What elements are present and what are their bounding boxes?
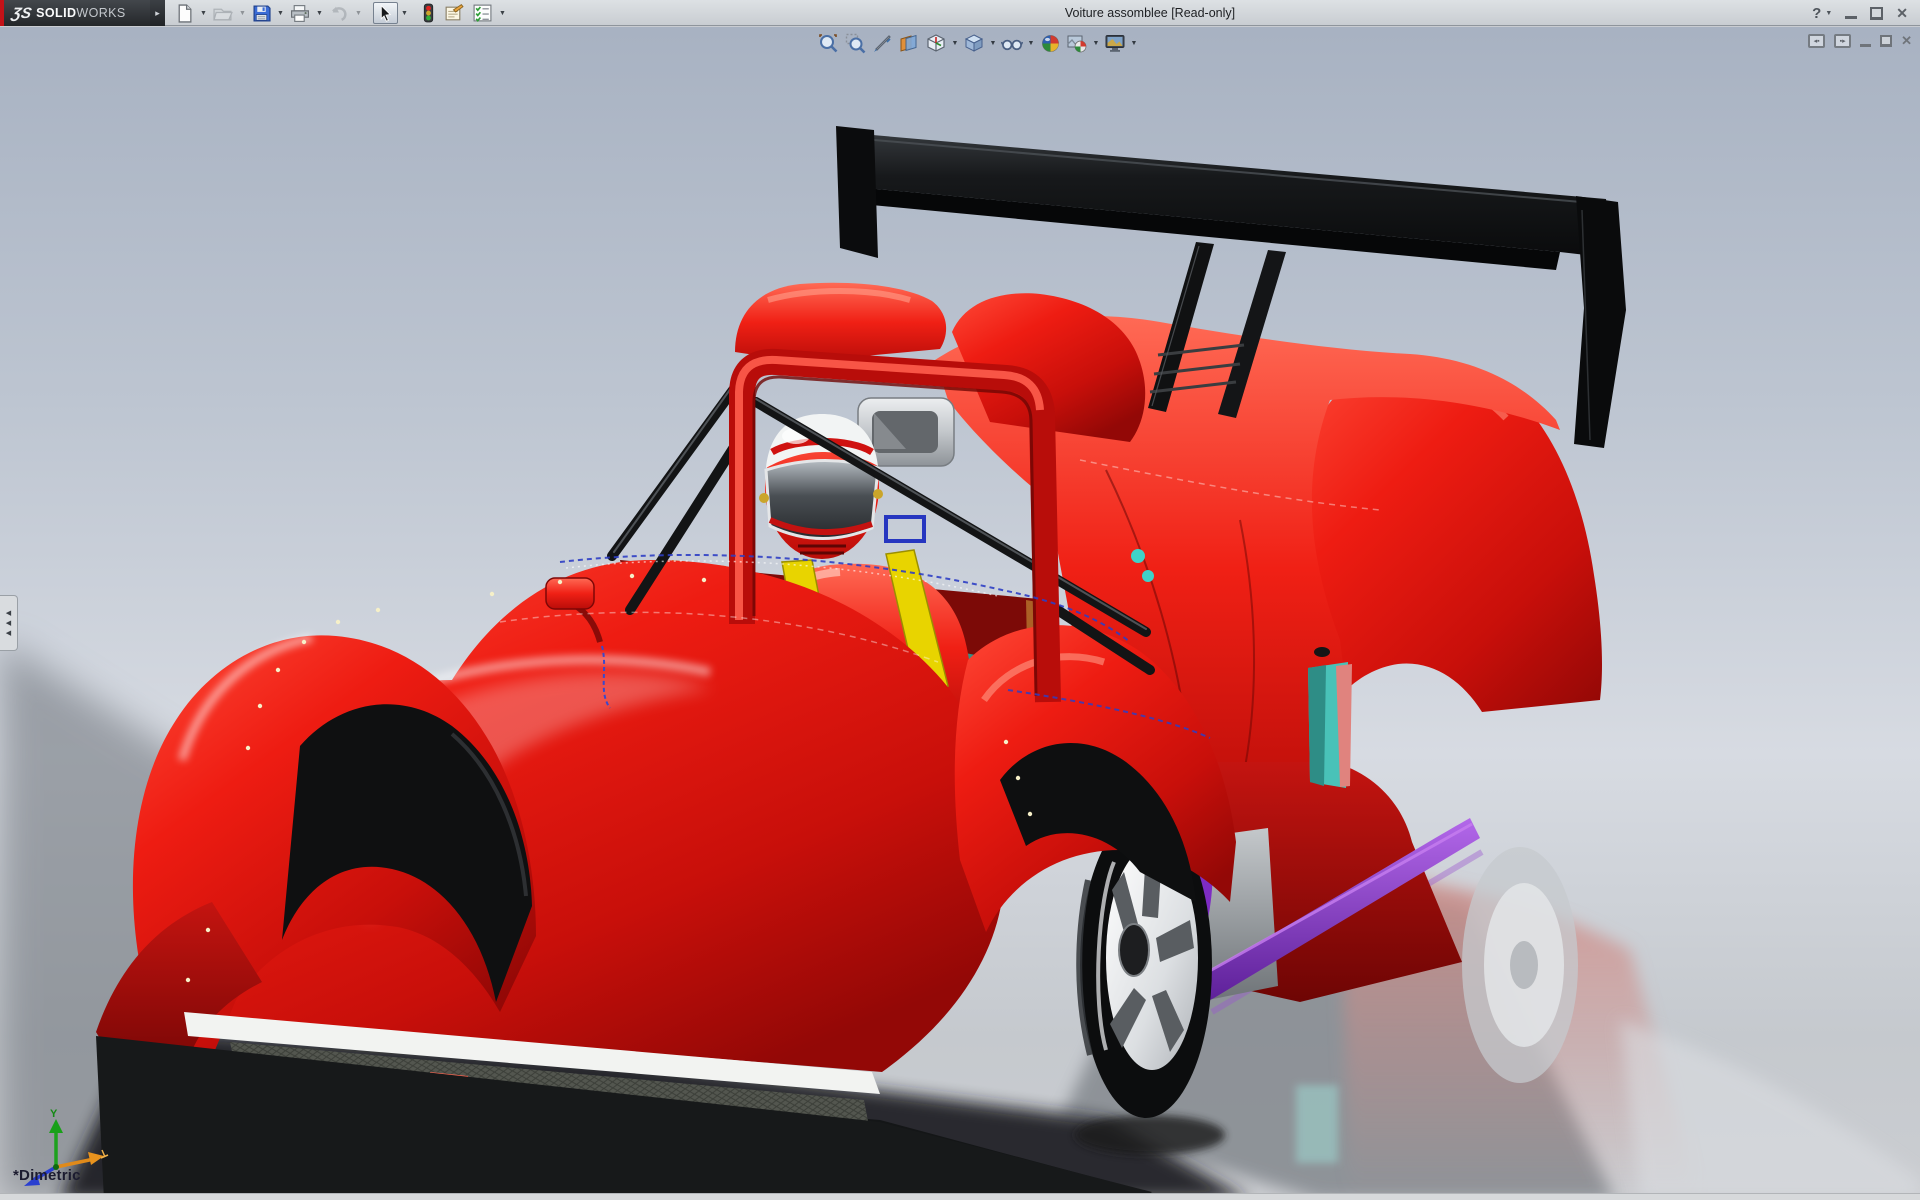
pane-arrow-icon: ◀ [6, 630, 11, 637]
zoom-to-area-icon [845, 33, 866, 54]
side-air-duct[interactable] [1308, 662, 1352, 788]
zoom-to-area-button[interactable] [843, 31, 867, 55]
save-button[interactable] [249, 2, 274, 24]
logo-text-bold: SOLID [36, 6, 76, 20]
display-style-caret[interactable]: ▼ [989, 31, 997, 55]
comment-button[interactable] [440, 2, 467, 24]
view-orientation-caret[interactable]: ▼ [951, 31, 959, 55]
undo-dropdown-caret[interactable]: ▼ [354, 2, 363, 24]
help-dropdown-caret[interactable]: ▼ [1825, 10, 1832, 17]
help-button[interactable]: ? [1812, 5, 1821, 22]
logo-red-strip [0, 0, 4, 26]
new-dropdown-caret[interactable]: ▼ [199, 2, 208, 24]
open-dropdown-caret[interactable]: ▼ [238, 2, 247, 24]
comment-note-icon [443, 3, 464, 23]
save-dropdown-caret[interactable]: ▼ [276, 2, 285, 24]
collapse-pane-button[interactable]: ◂▪ [1808, 34, 1825, 48]
window-bottom-edge [0, 1193, 1920, 1200]
zoom-to-fit-icon [818, 33, 839, 54]
select-button[interactable] [373, 2, 398, 24]
logo-text-light: WORKS [76, 6, 125, 20]
apply-scene-caret[interactable]: ▼ [1092, 31, 1100, 55]
print-dropdown-caret[interactable]: ▼ [315, 2, 324, 24]
hide-show-items-caret[interactable]: ▼ [1027, 31, 1035, 55]
apply-scene-button[interactable] [1065, 31, 1089, 55]
view-orientation-button[interactable] [924, 31, 948, 55]
print-button[interactable] [287, 2, 313, 24]
undo-arrow-icon [329, 4, 349, 23]
open-document-button[interactable] [210, 2, 236, 24]
open-folder-icon [213, 4, 233, 23]
view-settings-caret[interactable]: ▼ [1130, 31, 1138, 55]
design-checker-button[interactable] [469, 2, 496, 24]
view-settings-button[interactable] [1103, 31, 1127, 55]
new-document-button[interactable] [172, 2, 197, 24]
triad-y-label: Y [50, 1108, 58, 1120]
close-button[interactable]: ✕ [1896, 0, 1908, 26]
previous-view-button[interactable] [870, 31, 894, 55]
apply-scene-icon [1066, 33, 1088, 54]
document-restore-button[interactable] [1880, 36, 1892, 46]
checklist-icon [472, 3, 493, 23]
solidworks-logo: ƷS SOLIDWORKS [0, 0, 150, 26]
document-minimize-button[interactable] [1860, 44, 1871, 47]
pane-arrow-icon: ◀ [6, 610, 11, 617]
titlebar: ƷS SOLIDWORKS ▸ ▼ ▼ [0, 0, 1920, 26]
document-window-controls: ◂▪ ▪▸ ✕ [1808, 33, 1912, 49]
menu-expand-arrow[interactable]: ▸ [150, 0, 165, 26]
feature-pane-tab[interactable]: ◀ ◀ ◀ [0, 595, 18, 651]
pane-arrow-icon: ◀ [6, 620, 11, 627]
undo-button[interactable] [326, 2, 352, 24]
minimize-button[interactable] [1845, 16, 1857, 19]
select-dropdown-caret[interactable]: ▼ [400, 2, 409, 24]
traffic-light-icon [422, 3, 435, 23]
previous-view-icon [872, 33, 893, 54]
design-checker-dropdown-caret[interactable]: ▼ [498, 2, 507, 24]
edit-appearance-button[interactable] [1038, 31, 1062, 55]
eyeglasses-icon [1001, 33, 1023, 54]
document-title: Voiture assomblee [Read-only] [1065, 0, 1235, 26]
section-view-icon [898, 33, 920, 54]
new-document-icon [175, 4, 194, 23]
restore-button[interactable] [1870, 8, 1883, 19]
display-style-cube-icon [963, 33, 985, 54]
hide-show-items-button[interactable] [1000, 31, 1024, 55]
view-orientation-label: *Dimetric [13, 1167, 81, 1184]
save-floppy-icon [252, 4, 271, 23]
headsup-view-toolbar: ▼ ▼ ▼ [816, 31, 1138, 55]
select-cursor-icon [376, 4, 395, 23]
display-style-button[interactable] [962, 31, 986, 55]
x-axis-arrow [56, 1159, 94, 1167]
view-settings-monitor-icon [1104, 33, 1126, 54]
interference-detection-button[interactable] [419, 2, 438, 24]
graphics-area[interactable]: ▼ ▼ ▼ [0, 27, 1920, 1200]
logo-glyph: ƷS [10, 5, 33, 22]
window-controls: ? ▼ ✕ [1812, 0, 1908, 26]
expand-pane-button[interactable]: ▪▸ [1834, 34, 1851, 48]
print-icon [290, 4, 310, 23]
main-toolbar: ▼ ▼ ▼ ▼ [172, 0, 507, 26]
appearance-ball-icon [1040, 33, 1061, 54]
zoom-to-fit-button[interactable] [816, 31, 840, 55]
viewport-3d-scene[interactable] [0, 27, 1920, 1200]
section-view-button[interactable] [897, 31, 921, 55]
view-orientation-cube-icon [925, 33, 947, 54]
document-close-button[interactable]: ✕ [1901, 33, 1912, 49]
